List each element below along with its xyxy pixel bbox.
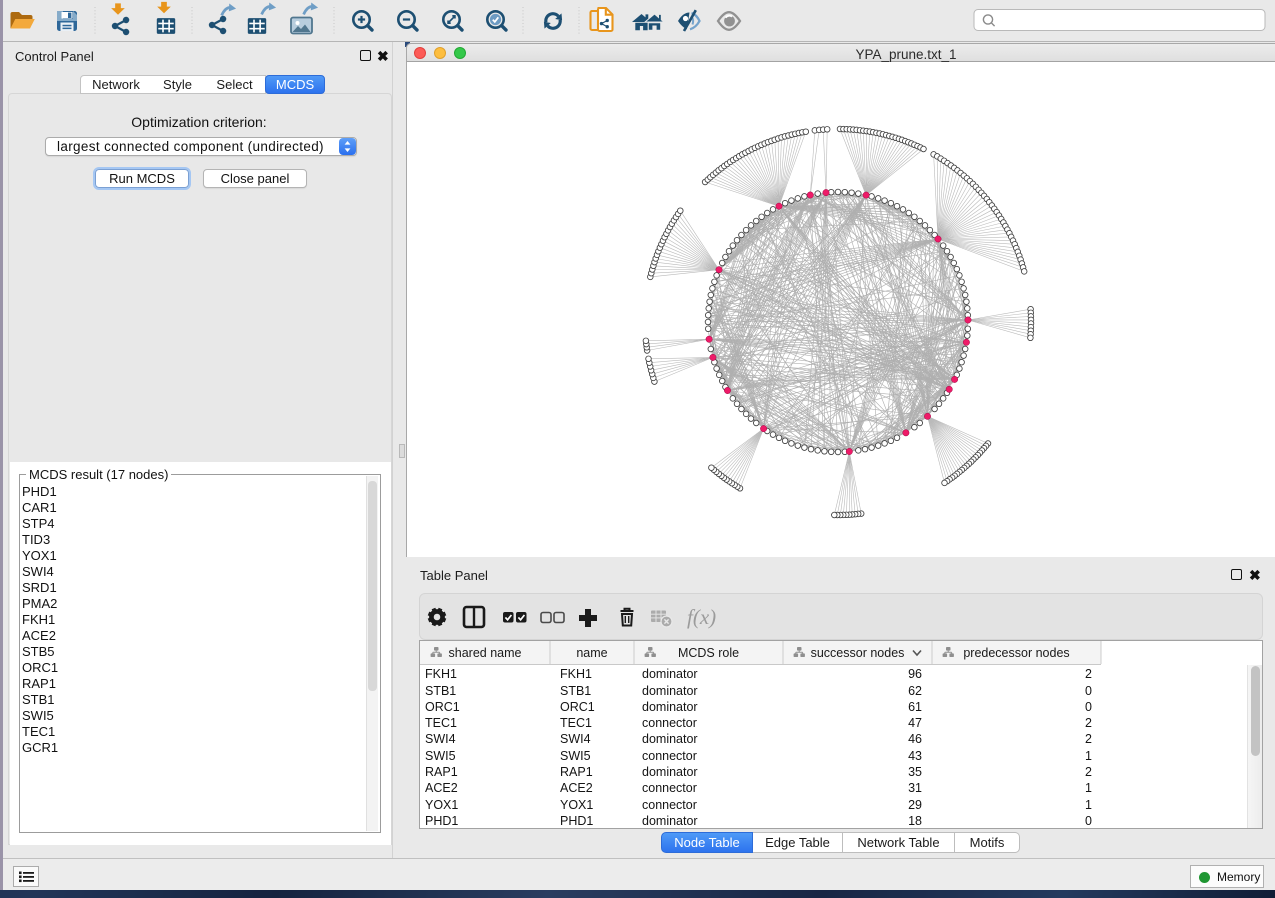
svg-text:f(x): f(x)	[687, 605, 716, 629]
svg-text:successor nodes: successor nodes	[811, 646, 905, 660]
svg-text:name: name	[576, 646, 607, 660]
svg-text:shared name: shared name	[449, 646, 522, 660]
svg-text:predecessor nodes: predecessor nodes	[963, 646, 1069, 660]
svg-text:MCDS role: MCDS role	[678, 646, 739, 660]
